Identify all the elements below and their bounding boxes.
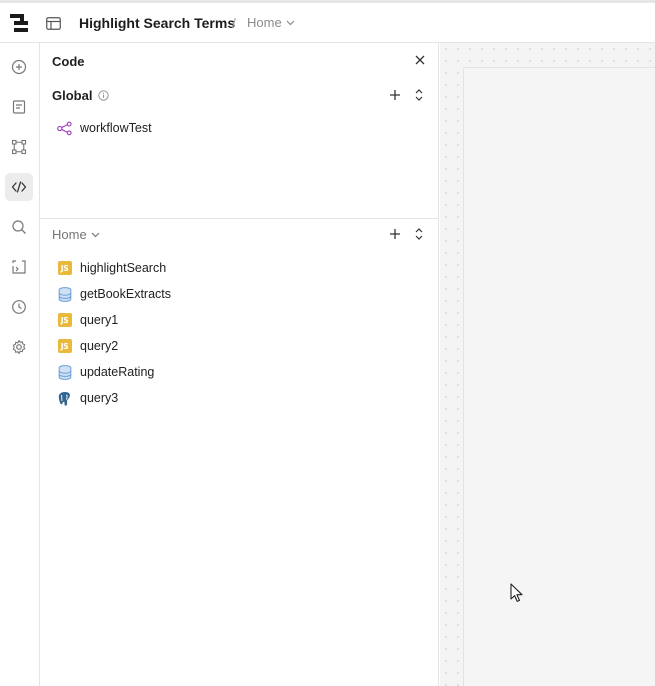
rail-search-button[interactable] [5,213,33,241]
item-label: query2 [80,339,119,353]
editor-canvas[interactable] [440,43,655,686]
list-item-getBookExtracts[interactable]: getBookExtracts [57,284,171,304]
global-label: Global [52,88,93,103]
rail-pages-button[interactable] [5,93,33,121]
document-icon [12,100,26,114]
history-icon [12,300,26,314]
canvas-page[interactable] [463,67,655,686]
rail-history-button[interactable] [5,293,33,321]
database-icon [57,286,72,302]
workflow-icon [57,121,72,136]
search-icon [12,220,26,234]
database-icon [57,364,72,380]
list-item-highlightSearch[interactable]: JS highlightSearch [57,258,166,278]
code-icon [11,181,27,193]
item-label: query1 [80,313,119,327]
global-section-label: Global [52,88,110,103]
rail-settings-button[interactable] [5,333,33,361]
settings-icon [12,339,26,355]
section-divider [40,218,439,219]
app-logo-icon[interactable] [10,14,28,32]
list-item-updateRating[interactable]: updateRating [57,362,154,382]
item-label: query3 [80,391,119,405]
expand-collapse-icon[interactable] [414,88,424,102]
js-icon: JS [57,261,72,276]
page-switcher-label: Home [247,15,282,30]
list-item-query3[interactable]: query3 [57,388,118,408]
postgres-icon [57,391,72,406]
component-icon [11,139,27,155]
left-rail [0,43,40,686]
list-item-query1[interactable]: JS query1 [57,310,118,330]
panel-title: Code [52,54,85,69]
rail-code-button[interactable] [5,173,33,201]
rail-state-button[interactable] [5,253,33,281]
state-icon [12,260,26,274]
js-icon: JS [57,339,72,354]
expand-collapse-icon[interactable] [414,227,424,241]
item-label: getBookExtracts [80,287,172,301]
chevron-down-icon [286,20,295,25]
mouse-cursor-icon [510,583,523,602]
add-icon [11,59,27,75]
chevron-down-icon [91,232,100,237]
add-global-button[interactable] [388,88,402,102]
add-page-query-button[interactable] [388,227,402,241]
code-panel: Code Global workflowTest Home JS highlig… [40,43,439,686]
layout-icon[interactable] [46,17,61,30]
top-bar: Highlight Search Terms / Home [0,0,655,43]
item-label: updateRating [80,365,155,379]
js-icon: JS [57,313,72,328]
breadcrumb-separator: / [232,15,236,31]
item-label: workflowTest [80,121,152,135]
rail-add-button[interactable] [5,53,33,81]
item-label: highlightSearch [80,261,167,275]
page-section-selector[interactable]: Home [52,227,100,242]
app-title[interactable]: Highlight Search Terms [79,15,235,31]
rail-components-button[interactable] [5,133,33,161]
list-item-query2[interactable]: JS query2 [57,336,118,356]
close-icon[interactable] [413,53,427,67]
list-item-workflowTest[interactable]: workflowTest [57,118,152,138]
info-icon[interactable] [98,90,110,101]
page-switcher[interactable]: Home [247,15,295,30]
page-section-label: Home [52,227,87,242]
